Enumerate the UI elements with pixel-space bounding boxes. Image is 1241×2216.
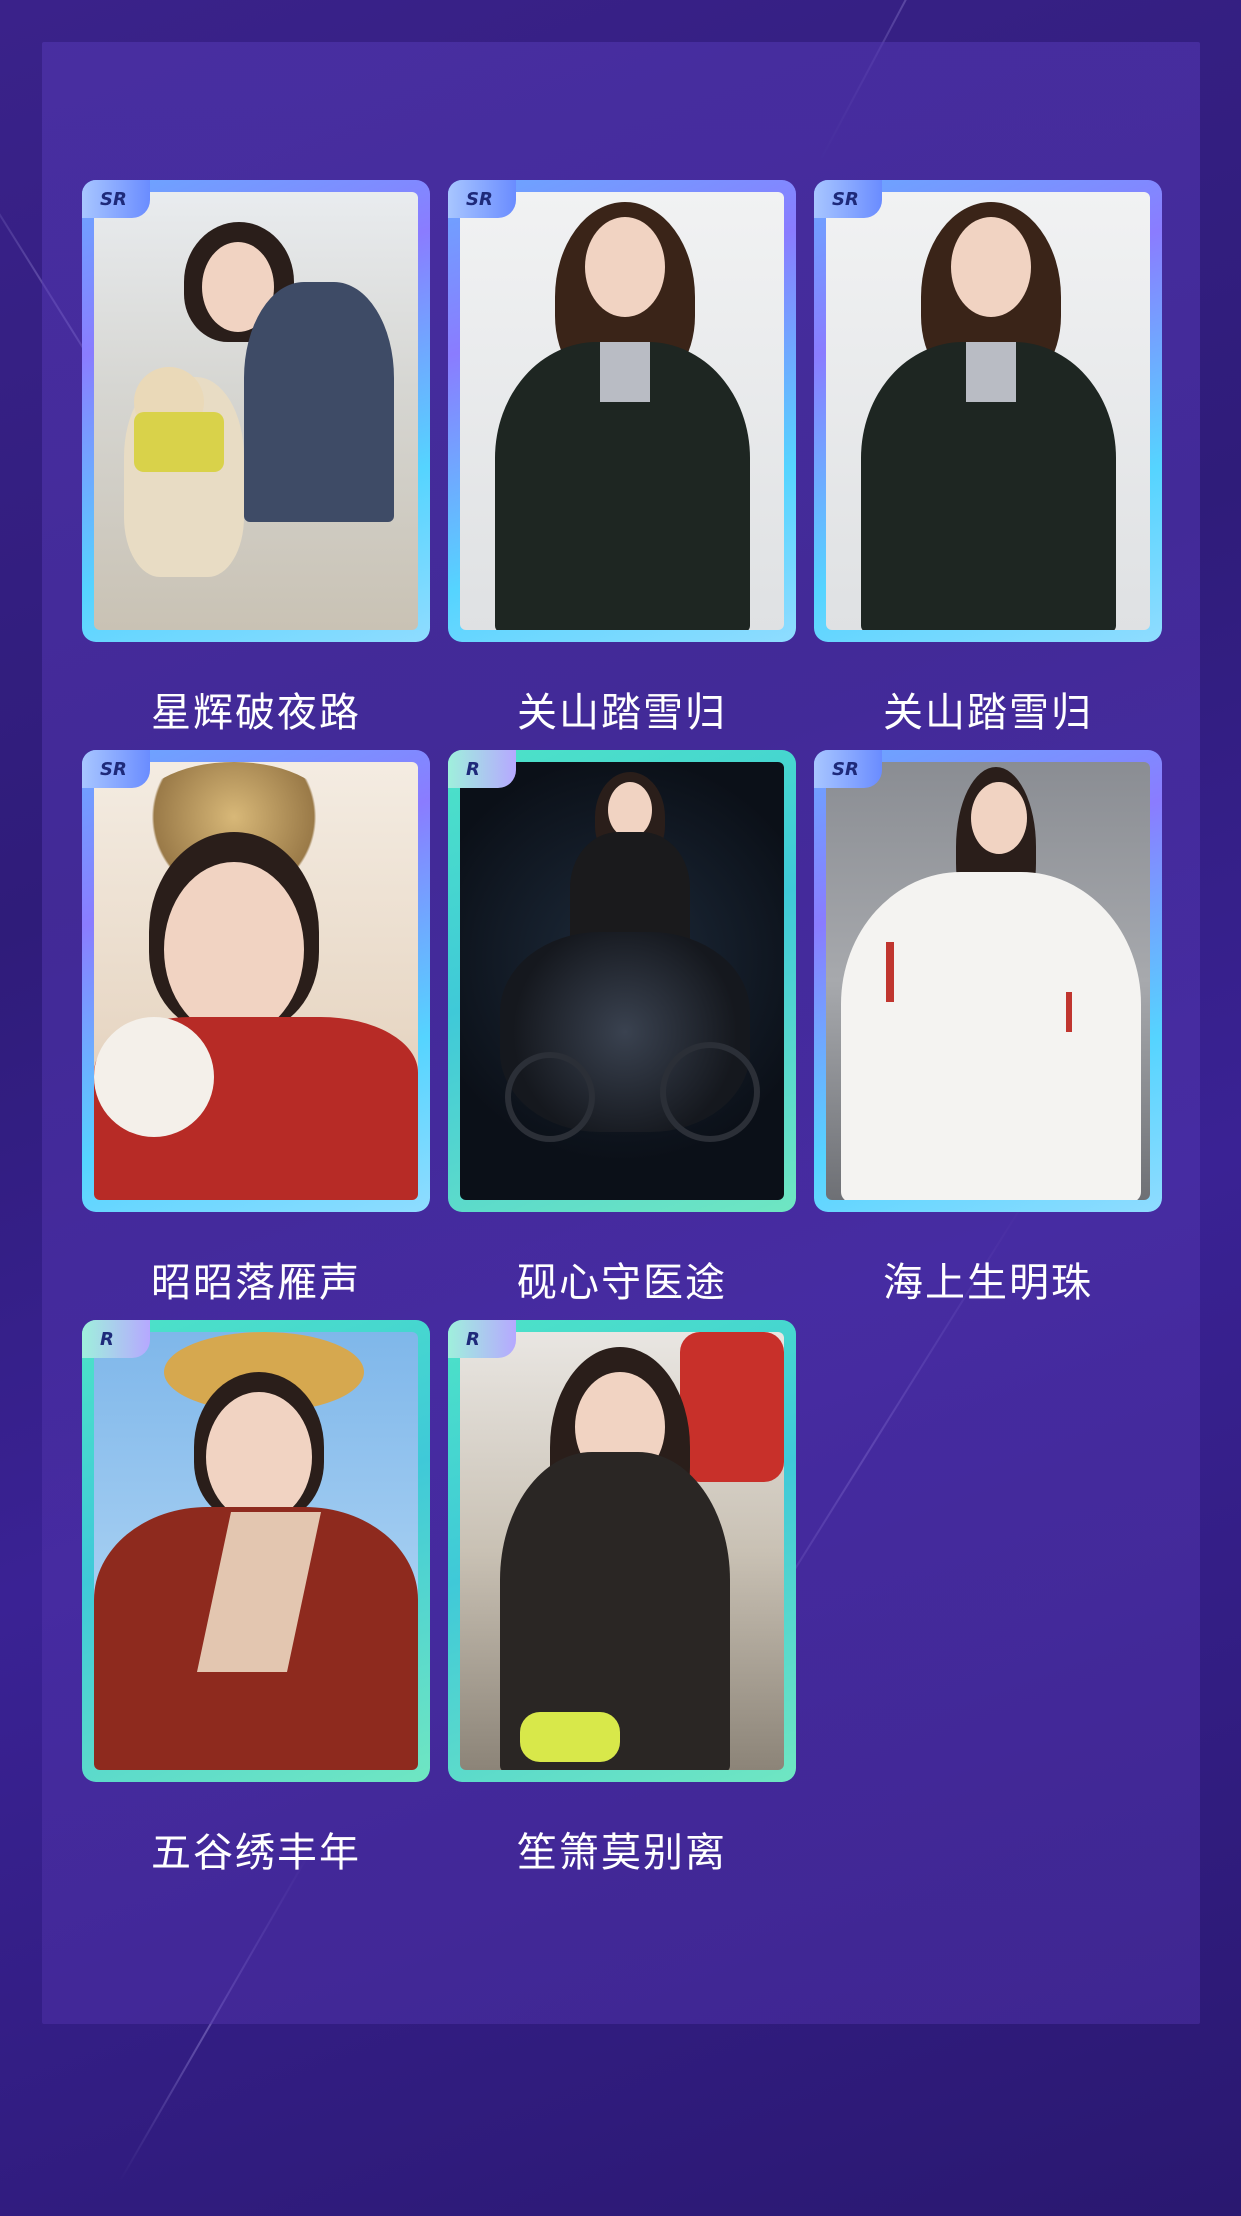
card-2[interactable]: SR 关山踏雪归 (448, 180, 796, 736)
card-frame (448, 750, 796, 1212)
card-title: 关山踏雪归 (883, 690, 1093, 736)
card-4[interactable]: SR 昭昭落雁声 (82, 750, 430, 1306)
card-title: 砚心守医途 (517, 1260, 727, 1306)
card-title: 五谷绣丰年 (151, 1830, 361, 1876)
rarity-badge: SR (82, 180, 150, 218)
card-frame (82, 750, 430, 1212)
card-1[interactable]: SR 星辉破夜路 (82, 180, 430, 736)
rarity-badge: R (448, 1320, 516, 1358)
card-title: 笙箫莫别离 (517, 1830, 727, 1876)
card-7[interactable]: R 五谷绣丰年 (82, 1320, 430, 1876)
rarity-badge: R (448, 750, 516, 788)
card-title: 昭昭落雁声 (151, 1260, 361, 1306)
rarity-badge: SR (82, 750, 150, 788)
card-photo (460, 192, 784, 630)
card-3[interactable]: SR 关山踏雪归 (814, 180, 1162, 736)
card-frame (448, 180, 796, 642)
card-frame (82, 1320, 430, 1782)
card-photo (94, 192, 418, 630)
card-title: 星辉破夜路 (151, 690, 361, 736)
card-frame (814, 750, 1162, 1212)
card-photo (460, 762, 784, 1200)
card-photo (94, 762, 418, 1200)
card-photo (826, 762, 1150, 1200)
card-photo (460, 1332, 784, 1770)
card-photo (826, 192, 1150, 630)
card-frame (82, 180, 430, 642)
card-6[interactable]: SR 海上生明珠 (814, 750, 1162, 1306)
card-8[interactable]: R 笙箫莫别离 (448, 1320, 796, 1876)
card-title: 海上生明珠 (883, 1260, 1093, 1306)
rarity-badge: SR (814, 750, 882, 788)
rarity-badge: R (82, 1320, 150, 1358)
card-photo (94, 1332, 418, 1770)
card-title: 关山踏雪归 (517, 690, 727, 736)
card-frame (814, 180, 1162, 642)
rarity-badge: SR (448, 180, 516, 218)
card-frame (448, 1320, 796, 1782)
rarity-badge: SR (814, 180, 882, 218)
card-5[interactable]: R 砚心守医途 (448, 750, 796, 1306)
